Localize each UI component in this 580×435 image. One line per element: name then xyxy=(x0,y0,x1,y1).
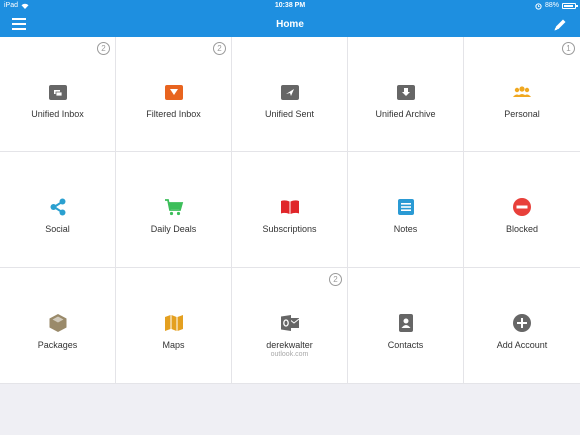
tile-unified-sent[interactable]: Unified Sent xyxy=(232,37,348,152)
inbox-stack-icon xyxy=(48,82,68,102)
home-grid: 2 Unified Inbox 2 Filtered Inbox Unified Sen… xyxy=(0,37,580,384)
package-icon xyxy=(48,313,68,333)
tile-label: Unified Sent xyxy=(264,109,315,119)
pencil-icon xyxy=(554,19,566,31)
count-badge: 2 xyxy=(329,273,342,286)
compose-button[interactable] xyxy=(552,17,568,33)
tile-label: Unified Archive xyxy=(375,109,436,119)
tile-label: Unified Inbox xyxy=(31,109,84,119)
tile-label: Add Account xyxy=(496,340,548,350)
tile-notes[interactable]: Notes xyxy=(348,152,464,268)
tile-label: Social xyxy=(45,224,70,234)
page-title: Home xyxy=(276,19,304,30)
outlook-icon xyxy=(280,313,300,333)
battery-icon xyxy=(562,3,578,9)
filter-inbox-icon xyxy=(164,82,184,102)
people-icon xyxy=(512,82,532,102)
tile-label: Contacts xyxy=(387,340,424,350)
count-badge: 1 xyxy=(562,42,575,55)
tile-packages[interactable]: Packages xyxy=(0,268,116,384)
tile-add-account[interactable]: Add Account xyxy=(464,268,580,384)
tile-label: Personal xyxy=(504,109,540,119)
count-badge: 2 xyxy=(213,42,226,55)
alarm-icon xyxy=(535,2,542,10)
tile-maps[interactable]: Maps xyxy=(116,268,232,384)
share-icon xyxy=(48,197,68,217)
tile-contacts[interactable]: Contacts xyxy=(348,268,464,384)
battery-percent: 88% xyxy=(544,2,559,9)
tile-blocked[interactable]: Blocked xyxy=(464,152,580,268)
tile-derekwalter[interactable]: 2 derekwalter outlook.com xyxy=(232,268,348,384)
tile-social[interactable]: Social xyxy=(0,152,116,268)
tile-label: Blocked xyxy=(505,224,539,234)
map-icon xyxy=(164,313,184,333)
tile-filtered-inbox[interactable]: 2 Filtered Inbox xyxy=(116,37,232,152)
tile-label: Notes xyxy=(393,224,418,234)
tile-daily-deals[interactable]: Daily Deals xyxy=(116,152,232,268)
tile-label: Filtered Inbox xyxy=(146,109,201,119)
tile-label: Subscriptions xyxy=(262,224,317,234)
cart-icon xyxy=(164,197,184,217)
add-circle-icon xyxy=(512,313,532,333)
tile-label: derekwalter xyxy=(266,340,313,350)
status-bar: iPad 10:38 PM 88% xyxy=(0,0,580,12)
tile-unified-archive[interactable]: Unified Archive xyxy=(348,37,464,152)
count-badge: 2 xyxy=(97,42,110,55)
tile-sublabel: outlook.com xyxy=(270,351,309,358)
tile-subscriptions[interactable]: Subscriptions xyxy=(232,152,348,268)
tile-label: Daily Deals xyxy=(150,224,197,234)
book-icon xyxy=(280,197,300,217)
sent-tray-icon xyxy=(280,82,300,102)
notes-icon xyxy=(396,197,416,217)
contacts-icon xyxy=(396,313,416,333)
navigation-bar: Home xyxy=(0,12,580,37)
archive-icon xyxy=(396,82,416,102)
tile-label: Packages xyxy=(37,340,78,350)
tile-label: Maps xyxy=(162,340,185,350)
tile-personal[interactable]: 1 Personal xyxy=(464,37,580,152)
tile-unified-inbox[interactable]: 2 Unified Inbox xyxy=(0,37,116,152)
status-time: 10:38 PM xyxy=(274,2,306,9)
blocked-icon xyxy=(512,197,532,217)
